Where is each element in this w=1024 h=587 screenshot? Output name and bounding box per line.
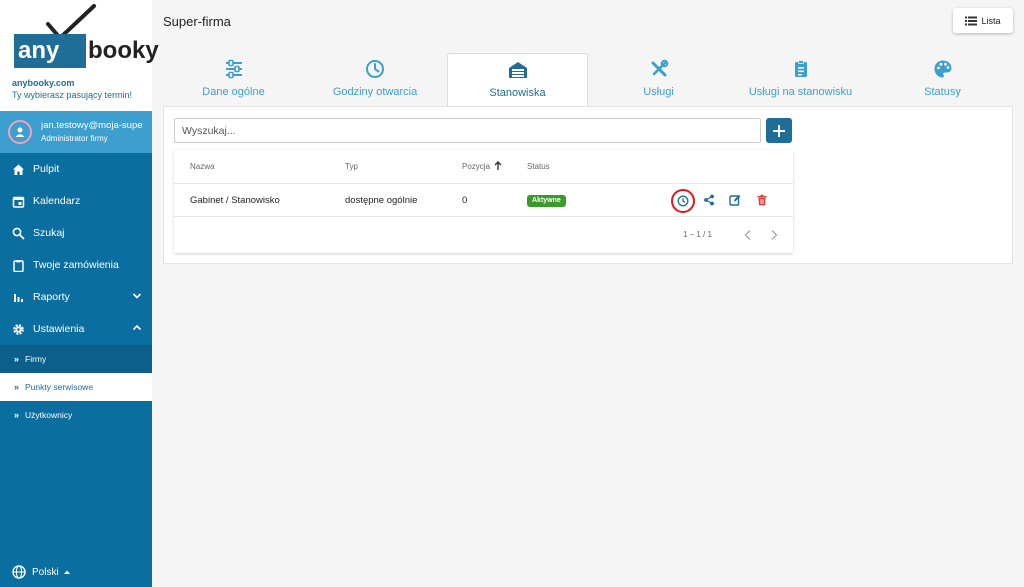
user-panel[interactable]: jan.testowy@moja-supe Administrator firm… <box>0 111 152 153</box>
chevron-up-icon <box>132 324 142 331</box>
column-header-status[interactable]: Status <box>527 162 550 171</box>
language-label: Polski <box>32 566 59 578</box>
tab-label: Statusy <box>924 86 961 98</box>
user-email: jan.testowy@moja-supe <box>41 120 143 131</box>
sidebar-item-label: Pulpit <box>33 163 60 175</box>
sidebar-subitem-firmy[interactable]: » Firmy <box>0 345 152 373</box>
clipboard-list-icon <box>794 60 807 77</box>
tab-statusy[interactable]: Statusy <box>872 53 1013 107</box>
tab-label: Usługi <box>643 86 674 98</box>
tools-icon <box>651 59 668 77</box>
tab-label: Dane ogólne <box>202 86 265 98</box>
sidebar-subitem-uzytkownicy[interactable]: » Użytkownicy <box>0 401 152 429</box>
sidebar-item-label: Szukaj <box>33 227 65 239</box>
calendar-icon <box>12 195 25 208</box>
clipboard-icon <box>12 259 25 272</box>
bar-chart-icon <box>12 291 25 304</box>
double-chevron-icon: » <box>14 382 20 392</box>
stanowiska-table: Nazwa Typ Pozycja Status Gabinet / Stano… <box>174 150 793 253</box>
settings-tabs: Dane ogólne Godziny otwarcia Stanowiska … <box>163 53 1013 107</box>
delete-button[interactable] <box>754 192 770 208</box>
tab-dane-ogolne[interactable]: Dane ogólne <box>163 53 304 107</box>
clock-icon <box>366 60 384 78</box>
sidebar-item-zamowienia[interactable]: Twoje zamówienia <box>0 249 152 281</box>
tab-label: Stanowiska <box>489 87 546 99</box>
sidebar-subitem-label: Firmy <box>25 354 47 364</box>
tab-uslugi-na-stanowisku[interactable]: Usługi na stanowisku <box>729 53 872 107</box>
sidebar-subitem-label: Użytkownicy <box>25 410 73 420</box>
logo-text-booky: booky <box>88 37 159 64</box>
clock-icon <box>677 195 689 207</box>
tab-label: Usługi na stanowisku <box>748 86 853 98</box>
table-header: Nazwa Typ Pozycja Status <box>174 150 793 184</box>
cell-name: Gabinet / Stanowisko <box>190 195 280 206</box>
status-badge: Aktywne <box>527 195 566 207</box>
double-chevron-icon: » <box>14 410 20 420</box>
search-icon <box>12 227 25 240</box>
edit-icon <box>729 195 741 206</box>
column-header-pozycja[interactable]: Pozycja <box>462 162 490 171</box>
tab-label: Godziny otwarcia <box>332 86 418 98</box>
sidebar-subitem-punkty-serwisowe[interactable]: » Punkty serwisowe <box>0 373 152 401</box>
list-icon <box>965 16 978 25</box>
sidebar-item-label: Raporty <box>33 291 70 303</box>
list-view-label: Lista <box>981 15 1001 26</box>
brand-tagline: Ty wybierasz pasujący termin! <box>12 90 133 100</box>
avatar <box>8 120 32 144</box>
stanowiska-panel: Nazwa Typ Pozycja Status Gabinet / Stano… <box>163 106 1013 264</box>
opening-hours-button[interactable] <box>671 189 695 213</box>
trash-icon <box>757 194 767 206</box>
globe-icon <box>12 565 26 579</box>
gear-icon <box>12 323 25 336</box>
sliders-icon <box>225 59 242 79</box>
sidebar-item-raporty[interactable]: Raporty <box>0 281 152 313</box>
person-icon <box>15 127 25 137</box>
palette-icon <box>934 60 951 78</box>
chevron-down-icon <box>132 293 142 299</box>
search-input[interactable] <box>174 118 761 143</box>
chevron-left-icon[interactable] <box>743 229 753 241</box>
column-header-nazwa[interactable]: Nazwa <box>190 162 214 171</box>
user-role: Administrator firmy <box>41 134 108 143</box>
tab-godziny-otwarcia[interactable]: Godziny otwarcia <box>304 53 446 107</box>
share-icon <box>704 194 714 206</box>
double-chevron-icon: » <box>14 354 20 364</box>
cell-type: dostępne ogólnie <box>345 195 418 206</box>
add-button[interactable] <box>766 118 792 143</box>
sort-arrow-up-icon[interactable] <box>494 161 502 171</box>
column-header-typ[interactable]: Typ <box>345 162 358 171</box>
sidebar-item-szukaj[interactable]: Szukaj <box>0 217 152 249</box>
caret-up-icon <box>63 570 70 574</box>
tab-stanowiska[interactable]: Stanowiska <box>447 53 588 107</box>
sidebar-item-label: Twoje zamówienia <box>33 259 119 271</box>
sidebar-item-ustawienia[interactable]: Ustawienia <box>0 313 152 345</box>
language-selector[interactable]: Polski <box>12 565 71 579</box>
garage-icon <box>508 62 527 78</box>
table-row[interactable]: Gabinet / Stanowisko dostępne ogólnie 0 … <box>174 184 793 217</box>
sidebar-item-label: Kalendarz <box>33 195 81 207</box>
page-title: Super-firma <box>163 14 231 29</box>
sidebar-item-pulpit[interactable]: Pulpit <box>0 153 152 185</box>
list-view-button[interactable]: Lista <box>953 8 1013 33</box>
tab-uslugi[interactable]: Usługi <box>588 53 729 107</box>
edit-button[interactable] <box>727 192 743 208</box>
plus-icon <box>773 124 785 137</box>
cell-position: 0 <box>462 195 468 206</box>
sidebar-nav: Pulpit Kalendarz Szukaj Twoje zamówienia… <box>0 153 152 429</box>
chevron-right-icon[interactable] <box>769 229 779 241</box>
logo-text-any: any <box>14 34 86 68</box>
sidebar-item-kalendarz[interactable]: Kalendarz <box>0 185 152 217</box>
pagination: 1 – 1 / 1 <box>174 217 793 253</box>
sidebar: any booky anybooky.com Ty wybierasz pasu… <box>0 0 159 587</box>
share-button[interactable] <box>701 192 717 208</box>
brand-site: anybooky.com <box>12 78 75 88</box>
pagination-range: 1 – 1 / 1 <box>683 230 712 239</box>
brand-area: any booky anybooky.com Ty wybierasz pasu… <box>0 0 159 111</box>
home-icon <box>12 163 25 176</box>
logo[interactable]: any booky <box>12 4 159 70</box>
sidebar-subitem-label: Punkty serwisowe <box>25 382 94 392</box>
sidebar-item-label: Ustawienia <box>33 323 85 335</box>
